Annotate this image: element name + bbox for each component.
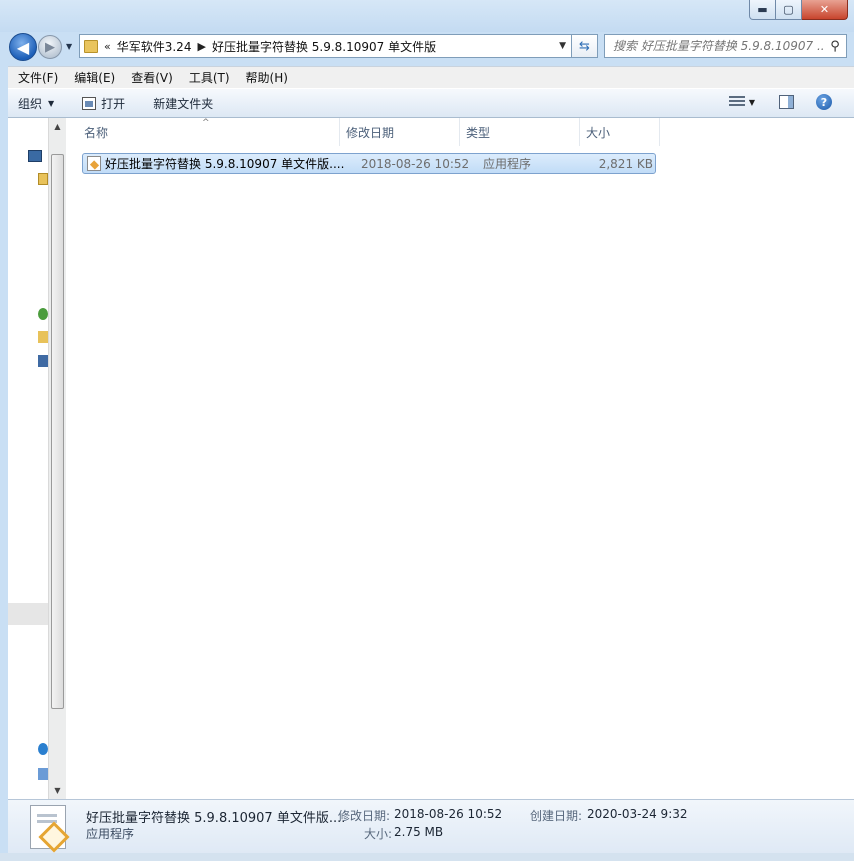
details-created-label: 创建日期: [530, 809, 583, 823]
refresh-button[interactable]: ⇆ [572, 34, 598, 58]
file-row[interactable]: 好压批量字符替换 5.9.8.10907 单文件版.... 2018-08-26… [82, 153, 656, 174]
library-icon[interactable] [38, 173, 48, 185]
network-icon[interactable] [38, 308, 48, 320]
forward-arrow-icon: ▶ [45, 39, 55, 55]
menu-edit[interactable]: 编辑(E) [66, 69, 123, 86]
menu-tools[interactable]: 工具(T) [181, 69, 238, 86]
scroll-down-arrow-icon[interactable]: ▼ [49, 782, 66, 799]
sort-ascending-icon: ^ [202, 118, 210, 128]
command-bar: 组织 ▼ 打开 新建文件夹 ▼ ? [0, 88, 854, 118]
view-controls: ▼ ? [728, 94, 832, 110]
column-header-type[interactable]: 类型 [460, 118, 580, 146]
menu-view[interactable]: 查看(V) [123, 69, 181, 86]
system-icon[interactable] [38, 768, 48, 780]
minimize-button[interactable]: ▬ [749, 0, 776, 20]
column-size-label: 大小 [586, 126, 611, 140]
maximize-button[interactable]: ▢ [776, 0, 802, 20]
help-icon[interactable]: ? [816, 94, 832, 110]
menu-file[interactable]: 文件(F) [10, 69, 66, 86]
refresh-icon: ⇆ [579, 38, 590, 54]
view-options-dropdown[interactable]: ▼ [749, 98, 755, 107]
title-bar: ▬ ▢ ✕ [0, 0, 854, 32]
nav-pane-highlight [8, 603, 48, 625]
application-file-icon [87, 156, 101, 171]
details-modified-value: 2018-08-26 10:52 [394, 807, 503, 821]
menu-bar: 文件(F) 编辑(E) 查看(V) 工具(T) 帮助(H) [0, 66, 854, 88]
search-icon[interactable]: ⚲ [824, 39, 846, 54]
window-frame-left [0, 62, 8, 853]
preview-pane-icon[interactable] [779, 95, 794, 109]
breadcrumb-item-parent[interactable]: 华军软件3.24 [117, 38, 192, 55]
column-header-date[interactable]: 修改日期 [340, 118, 460, 146]
menu-help[interactable]: 帮助(H) [238, 69, 296, 86]
search-input[interactable] [613, 39, 824, 53]
back-button[interactable]: ◀ [9, 33, 37, 61]
caret-down-icon: ▼ [48, 98, 55, 108]
change-view-icon[interactable] [728, 96, 745, 108]
window-controls: ▬ ▢ ✕ [749, 0, 848, 20]
file-name: 好压批量字符替换 5.9.8.10907 单文件版.... [105, 157, 345, 171]
recent-pages-dropdown[interactable]: ▼ [66, 42, 72, 51]
forward-button[interactable]: ▶ [38, 35, 62, 59]
breadcrumb-item-current[interactable]: 好压批量字符替换 5.9.8.10907 单文件版 [212, 38, 436, 55]
organize-button[interactable]: 组织 ▼ [18, 95, 54, 112]
column-header-size[interactable]: 大小 [580, 118, 660, 146]
application-large-icon [30, 805, 66, 849]
details-size-value: 2.75 MB [394, 825, 444, 839]
file-size: 2,821 KB [598, 156, 653, 171]
file-type: 应用程序 [483, 157, 532, 171]
taskbar-edge [0, 853, 854, 861]
search-box[interactable]: ⚲ [604, 34, 847, 58]
column-type-label: 类型 [466, 126, 491, 140]
breadcrumb-chevron-icon[interactable]: ▶ [197, 40, 205, 53]
open-label: 打开 [101, 96, 126, 111]
back-arrow-icon: ◀ [16, 37, 30, 57]
details-modified-label: 修改日期: [338, 809, 391, 823]
open-icon [82, 96, 97, 110]
drive-icon[interactable] [38, 355, 48, 367]
address-dropdown-icon[interactable]: ▼ [559, 41, 566, 51]
organize-label: 组织 [18, 96, 43, 111]
navigation-bar: ◀ ▶ ▼ « 华军软件3.24 ▶ 好压批量字符替换 5.9.8.10907 … [0, 32, 854, 62]
globe-icon[interactable] [38, 743, 48, 755]
breadcrumb-overflow[interactable]: « [104, 40, 111, 53]
file-date: 2018-08-26 10:52 [361, 156, 470, 171]
file-list: ^ 名称 修改日期 类型 大小 好压批量字符替换 5.9.8.10907 单文件… [66, 118, 854, 799]
column-headers: ^ 名称 修改日期 类型 大小 [66, 118, 662, 146]
folder-icon [84, 39, 98, 53]
details-file-name: 好压批量字符替换 5.9.8.10907 单文件版.... [86, 811, 346, 826]
folder-icon[interactable] [38, 331, 48, 343]
computer-icon[interactable] [28, 150, 42, 162]
details-file-type: 应用程序 [86, 827, 135, 841]
details-created-value: 2020-03-24 9:32 [587, 807, 688, 821]
details-pane: 好压批量字符替换 5.9.8.10907 单文件版.... 应用程序 修改日期:… [8, 799, 854, 853]
scroll-up-arrow-icon[interactable]: ▲ [49, 118, 66, 135]
address-bar[interactable]: « 华军软件3.24 ▶ 好压批量字符替换 5.9.8.10907 单文件版 ▼ [79, 34, 572, 58]
open-button[interactable]: 打开 [82, 95, 125, 112]
column-header-name[interactable]: ^ 名称 [66, 118, 340, 146]
navigation-pane [8, 118, 48, 799]
nav-pane-scrollbar[interactable]: ▲ ▼ [48, 118, 66, 799]
column-date-label: 修改日期 [346, 126, 395, 140]
column-name-label: 名称 [84, 126, 109, 140]
details-size-label: 大小: [363, 827, 392, 841]
scroll-thumb[interactable] [51, 154, 64, 709]
close-button[interactable]: ✕ [802, 0, 848, 20]
